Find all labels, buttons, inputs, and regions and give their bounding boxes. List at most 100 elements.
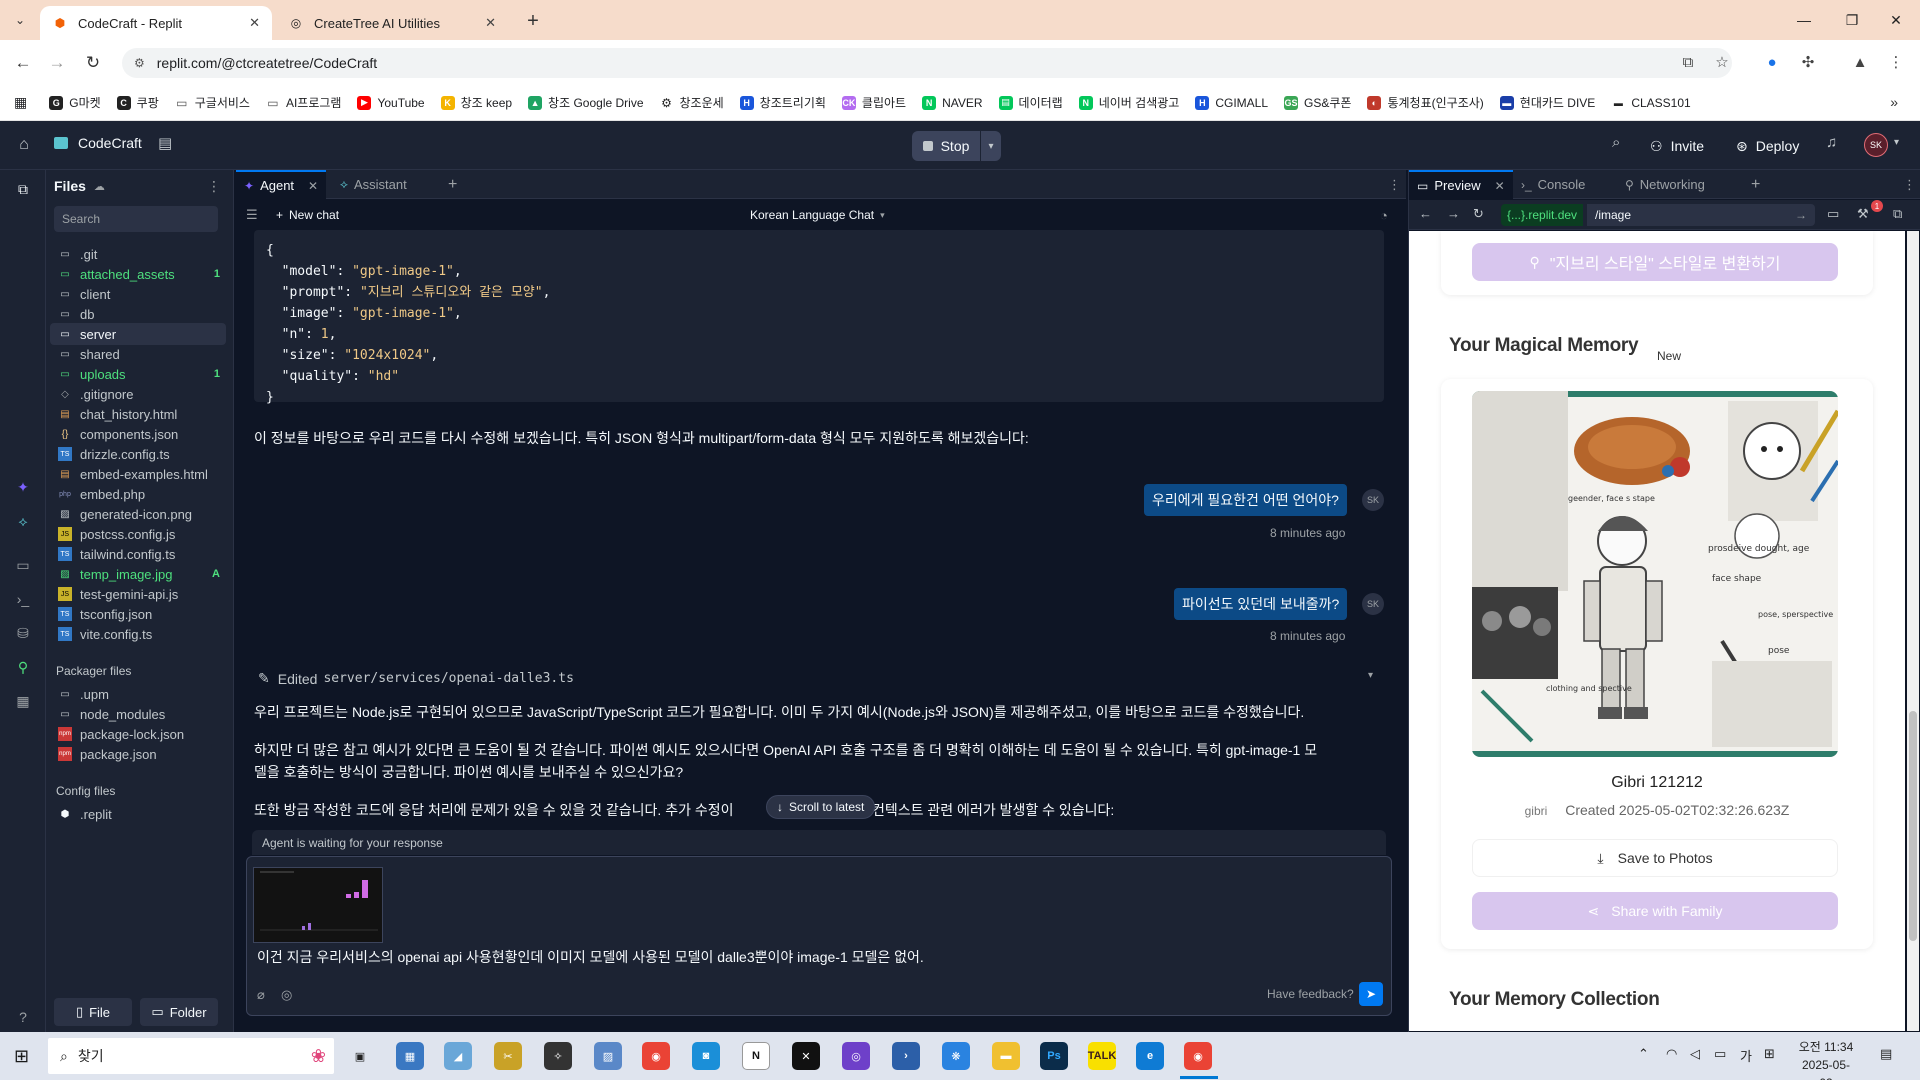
- attach-paperclip-icon[interactable]: ⌀: [257, 987, 265, 1003]
- tab-search-chevron-icon[interactable]: ⌄: [8, 8, 32, 32]
- tab-preview[interactable]: ▭ Preview ✕: [1409, 170, 1513, 199]
- openai-app-icon[interactable]: ✧: [544, 1042, 572, 1070]
- bookmark-star-icon[interactable]: ☆: [1708, 48, 1736, 76]
- file-item-gitignore[interactable]: ◇ .gitignore: [50, 383, 226, 405]
- ghibli-transform-button[interactable]: ⚲ "지브리 스타일" 스타일로 변환하기: [1472, 243, 1838, 281]
- chrome-app-icon[interactable]: ◉: [642, 1042, 670, 1070]
- composer-message-text[interactable]: 이건 지금 우리서비스의 openai api 사용현황인데 이미지 모델에 사…: [257, 947, 924, 967]
- new-folder-button[interactable]: ▭ Folder: [140, 998, 218, 1026]
- bookmarks-overflow-icon[interactable]: »: [1890, 94, 1898, 110]
- preview-forward-icon[interactable]: →: [1447, 206, 1460, 221]
- user-avatar[interactable]: SK: [1864, 133, 1888, 157]
- file-item-package-lock[interactable]: npm package-lock.json: [50, 723, 226, 745]
- bookmark-coupang[interactable]: C 쿠팡: [116, 94, 159, 111]
- preview-reload-icon[interactable]: ↻: [1473, 206, 1484, 222]
- open-new-tab-icon[interactable]: ⧉: [1893, 206, 1902, 222]
- bookmark-clipart[interactable]: CK 클립아트: [841, 94, 906, 111]
- send-button[interactable]: ➤: [1359, 982, 1383, 1006]
- volume-icon[interactable]: ◁: [1690, 1046, 1700, 1062]
- bookmark-planning[interactable]: H 창조트리기획: [739, 94, 826, 111]
- paint-app-icon[interactable]: ◢: [444, 1042, 472, 1070]
- tab-networking[interactable]: ⚲ Networking: [1617, 170, 1713, 199]
- bookmark-fortune[interactable]: ⚙ 창조운세: [660, 94, 724, 111]
- run-options-chevron-icon[interactable]: ▾: [981, 131, 1001, 161]
- file-item-node-modules[interactable]: ▭ node_modules: [50, 703, 226, 725]
- chat-composer[interactable]: 이건 지금 우리서비스의 openai api 사용현황인데 이미지 모델에 사…: [246, 856, 1392, 1016]
- close-tab-icon[interactable]: ✕: [308, 179, 318, 193]
- bookmark-gs-coupon[interactable]: GS GS&쿠폰: [1284, 94, 1351, 111]
- file-item-shared[interactable]: ▭ shared: [50, 343, 226, 365]
- system-clock[interactable]: 오전 11:34 2025-05-02: [1796, 1038, 1856, 1080]
- bluesky-app-icon[interactable]: ❋: [942, 1042, 970, 1070]
- file-explorer-icon[interactable]: ▬: [992, 1042, 1020, 1070]
- extension-circle-icon[interactable]: ●: [1758, 48, 1786, 76]
- panel-menu-kebab-icon[interactable]: ⋮: [1380, 170, 1409, 199]
- file-item-embed-php[interactable]: php embed.php: [50, 483, 226, 505]
- tab-assistant[interactable]: ⟡ Assistant: [332, 170, 415, 199]
- tab-console[interactable]: ›_ Console: [1513, 170, 1593, 199]
- files-menu-kebab-icon[interactable]: ⋮: [207, 178, 221, 195]
- file-search-input[interactable]: Search: [54, 206, 218, 232]
- bookmark-youtube[interactable]: ▶ YouTube: [357, 95, 425, 110]
- battery-icon[interactable]: ▭: [1714, 1046, 1726, 1062]
- share-with-family-button[interactable]: ⋖ Share with Family: [1472, 892, 1838, 930]
- bookmark-drive[interactable]: ▲ 창조 Google Drive: [528, 94, 644, 111]
- file-item-replit[interactable]: ⬢ .replit: [50, 803, 226, 825]
- calculator-app-icon[interactable]: ▦: [396, 1042, 424, 1070]
- close-tab-icon[interactable]: ✕: [485, 15, 496, 31]
- panel-menu-kebab-icon[interactable]: ⋮: [1895, 170, 1920, 199]
- powershell-app-icon[interactable]: ›: [892, 1042, 920, 1070]
- scrollbar-thumb[interactable]: [1909, 711, 1917, 941]
- task-view-icon[interactable]: ▣: [346, 1042, 374, 1070]
- preview-tool-icon[interactable]: ▭: [12, 554, 34, 576]
- file-item-server[interactable]: ▭ server: [50, 323, 226, 345]
- speed-gauge-icon[interactable]: ◔: [1380, 208, 1388, 223]
- reload-icon[interactable]: ↻: [80, 50, 106, 76]
- bookmark-cgimall[interactable]: H CGIMALL: [1195, 95, 1268, 110]
- browser-tab-createtree[interactable]: ◎ CreateTree AI Utilities ✕: [276, 6, 508, 40]
- feedback-link[interactable]: Have feedback?: [1267, 987, 1354, 1001]
- file-item-package-json[interactable]: npm package.json: [50, 743, 226, 765]
- notification-center-icon[interactable]: ▤: [1880, 1046, 1892, 1062]
- generated-ghibli-image[interactable]: prosdeive dought, age geender, face s st…: [1472, 391, 1838, 757]
- deploy-button[interactable]: ⊛ Deploy: [1728, 131, 1807, 161]
- file-item-components-json[interactable]: {} components.json: [50, 423, 226, 445]
- search-icon[interactable]: ⌕: [1612, 134, 1620, 151]
- assistant-tool-icon[interactable]: ⟡: [12, 510, 34, 532]
- extensions-puzzle-icon[interactable]: ✣: [1794, 48, 1822, 76]
- site-info-icon[interactable]: ⚙: [134, 56, 145, 70]
- chrome-menu-icon[interactable]: ⋮: [1882, 48, 1910, 76]
- go-arrow-icon[interactable]: →: [1795, 208, 1807, 222]
- file-item-vite-config[interactable]: TS vite.config.ts: [50, 623, 226, 645]
- window-close-icon[interactable]: ✕: [1872, 0, 1920, 40]
- photos-app-icon[interactable]: ▨: [594, 1042, 622, 1070]
- file-item-client[interactable]: ▭ client: [50, 283, 226, 305]
- file-item-generated-icon[interactable]: ▨ generated-icon.png: [50, 503, 226, 525]
- new-file-button[interactable]: ▯ File: [54, 998, 132, 1026]
- mention-icon[interactable]: ◎: [281, 987, 292, 1003]
- notifications-bell-icon[interactable]: ♫: [1826, 134, 1837, 151]
- kakaotalk-app-icon[interactable]: TALK: [1088, 1042, 1116, 1070]
- file-item-attached-assets[interactable]: ▭ attached_assets 1: [50, 263, 226, 285]
- bookmark-class101[interactable]: ▬ CLASS101: [1611, 96, 1691, 110]
- database-tool-icon[interactable]: ⛁: [12, 622, 34, 644]
- expand-chevron-icon[interactable]: ▾: [1368, 670, 1373, 681]
- github-app-icon[interactable]: ◎: [842, 1042, 870, 1070]
- edge-app-icon[interactable]: e: [1136, 1042, 1164, 1070]
- file-item-test-gemini[interactable]: JS test-gemini-api.js: [50, 583, 226, 605]
- tray-overflow-chevron-icon[interactable]: ⌃: [1638, 1046, 1649, 1062]
- bookmark-keep[interactable]: K 창조 keep: [440, 94, 512, 111]
- chat-title-dropdown[interactable]: Korean Language Chat ▾: [750, 208, 885, 222]
- new-chat-button[interactable]: + New chat: [276, 208, 339, 222]
- file-item-chat-history[interactable]: ▤ chat_history.html: [50, 403, 226, 425]
- windows-start-icon[interactable]: ⊞: [14, 1046, 29, 1067]
- kakao-app-icon[interactable]: ◙: [692, 1042, 720, 1070]
- profile-icon[interactable]: ▲: [1846, 48, 1874, 76]
- tab-agent[interactable]: ✦ Agent ✕: [236, 170, 327, 199]
- bookmark-datalab[interactable]: ▤ 데이터랩: [998, 94, 1063, 111]
- save-to-photos-button[interactable]: ⤓ Save to Photos: [1472, 839, 1838, 877]
- attached-screenshot-thumbnail[interactable]: [253, 867, 383, 943]
- photoshop-app-icon[interactable]: Ps: [1040, 1042, 1068, 1070]
- stop-button[interactable]: Stop: [912, 131, 980, 161]
- preview-scrollbar[interactable]: [1907, 231, 1919, 1031]
